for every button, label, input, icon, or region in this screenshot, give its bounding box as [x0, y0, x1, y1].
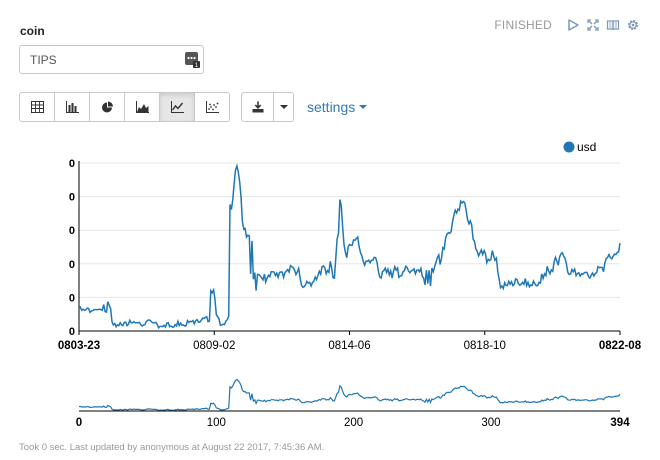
- legend-label-usd[interactable]: usd: [577, 140, 596, 154]
- y-tick-label: 0: [69, 326, 75, 338]
- y-tick-label: 0: [69, 158, 75, 170]
- x-tick-label: 0814-06: [328, 340, 370, 352]
- chart-area: 0 0 0 0 0 0 0803-23 0809-02 0814-06 0818-10 0822-0…: [0, 0, 660, 460]
- chart-canvas: 0 0 0 0 0 0 0803-23 0809-02 0814-06 0818-10 0822-0…: [58, 140, 642, 429]
- focus-x-tick-label: 300: [481, 417, 500, 429]
- range-brush[interactable]: [79, 375, 620, 411]
- y-tick-label: 0: [69, 292, 75, 304]
- x-tick-label: 0822-08: [599, 340, 642, 352]
- y-tick-label: 0: [69, 225, 75, 237]
- series-line-usd[interactable]: [78, 163, 621, 330]
- footer-status: Took 0 sec. Last updated by anonymous at…: [19, 442, 325, 453]
- x-tick-label: 0809-02: [193, 340, 235, 352]
- focus-x-tick-label: 394: [610, 417, 630, 429]
- y-tick-label: 0: [69, 192, 75, 204]
- x-tick-label: 0803-23: [58, 340, 100, 352]
- legend-marker-usd[interactable]: [563, 141, 575, 153]
- x-tick-label: 0818-10: [464, 340, 506, 352]
- focus-x-tick-label: 0: [76, 417, 82, 429]
- focus-x-tick-label: 100: [207, 417, 226, 429]
- focus-x-tick-label: 200: [344, 417, 363, 429]
- y-tick-label: 0: [69, 259, 75, 271]
